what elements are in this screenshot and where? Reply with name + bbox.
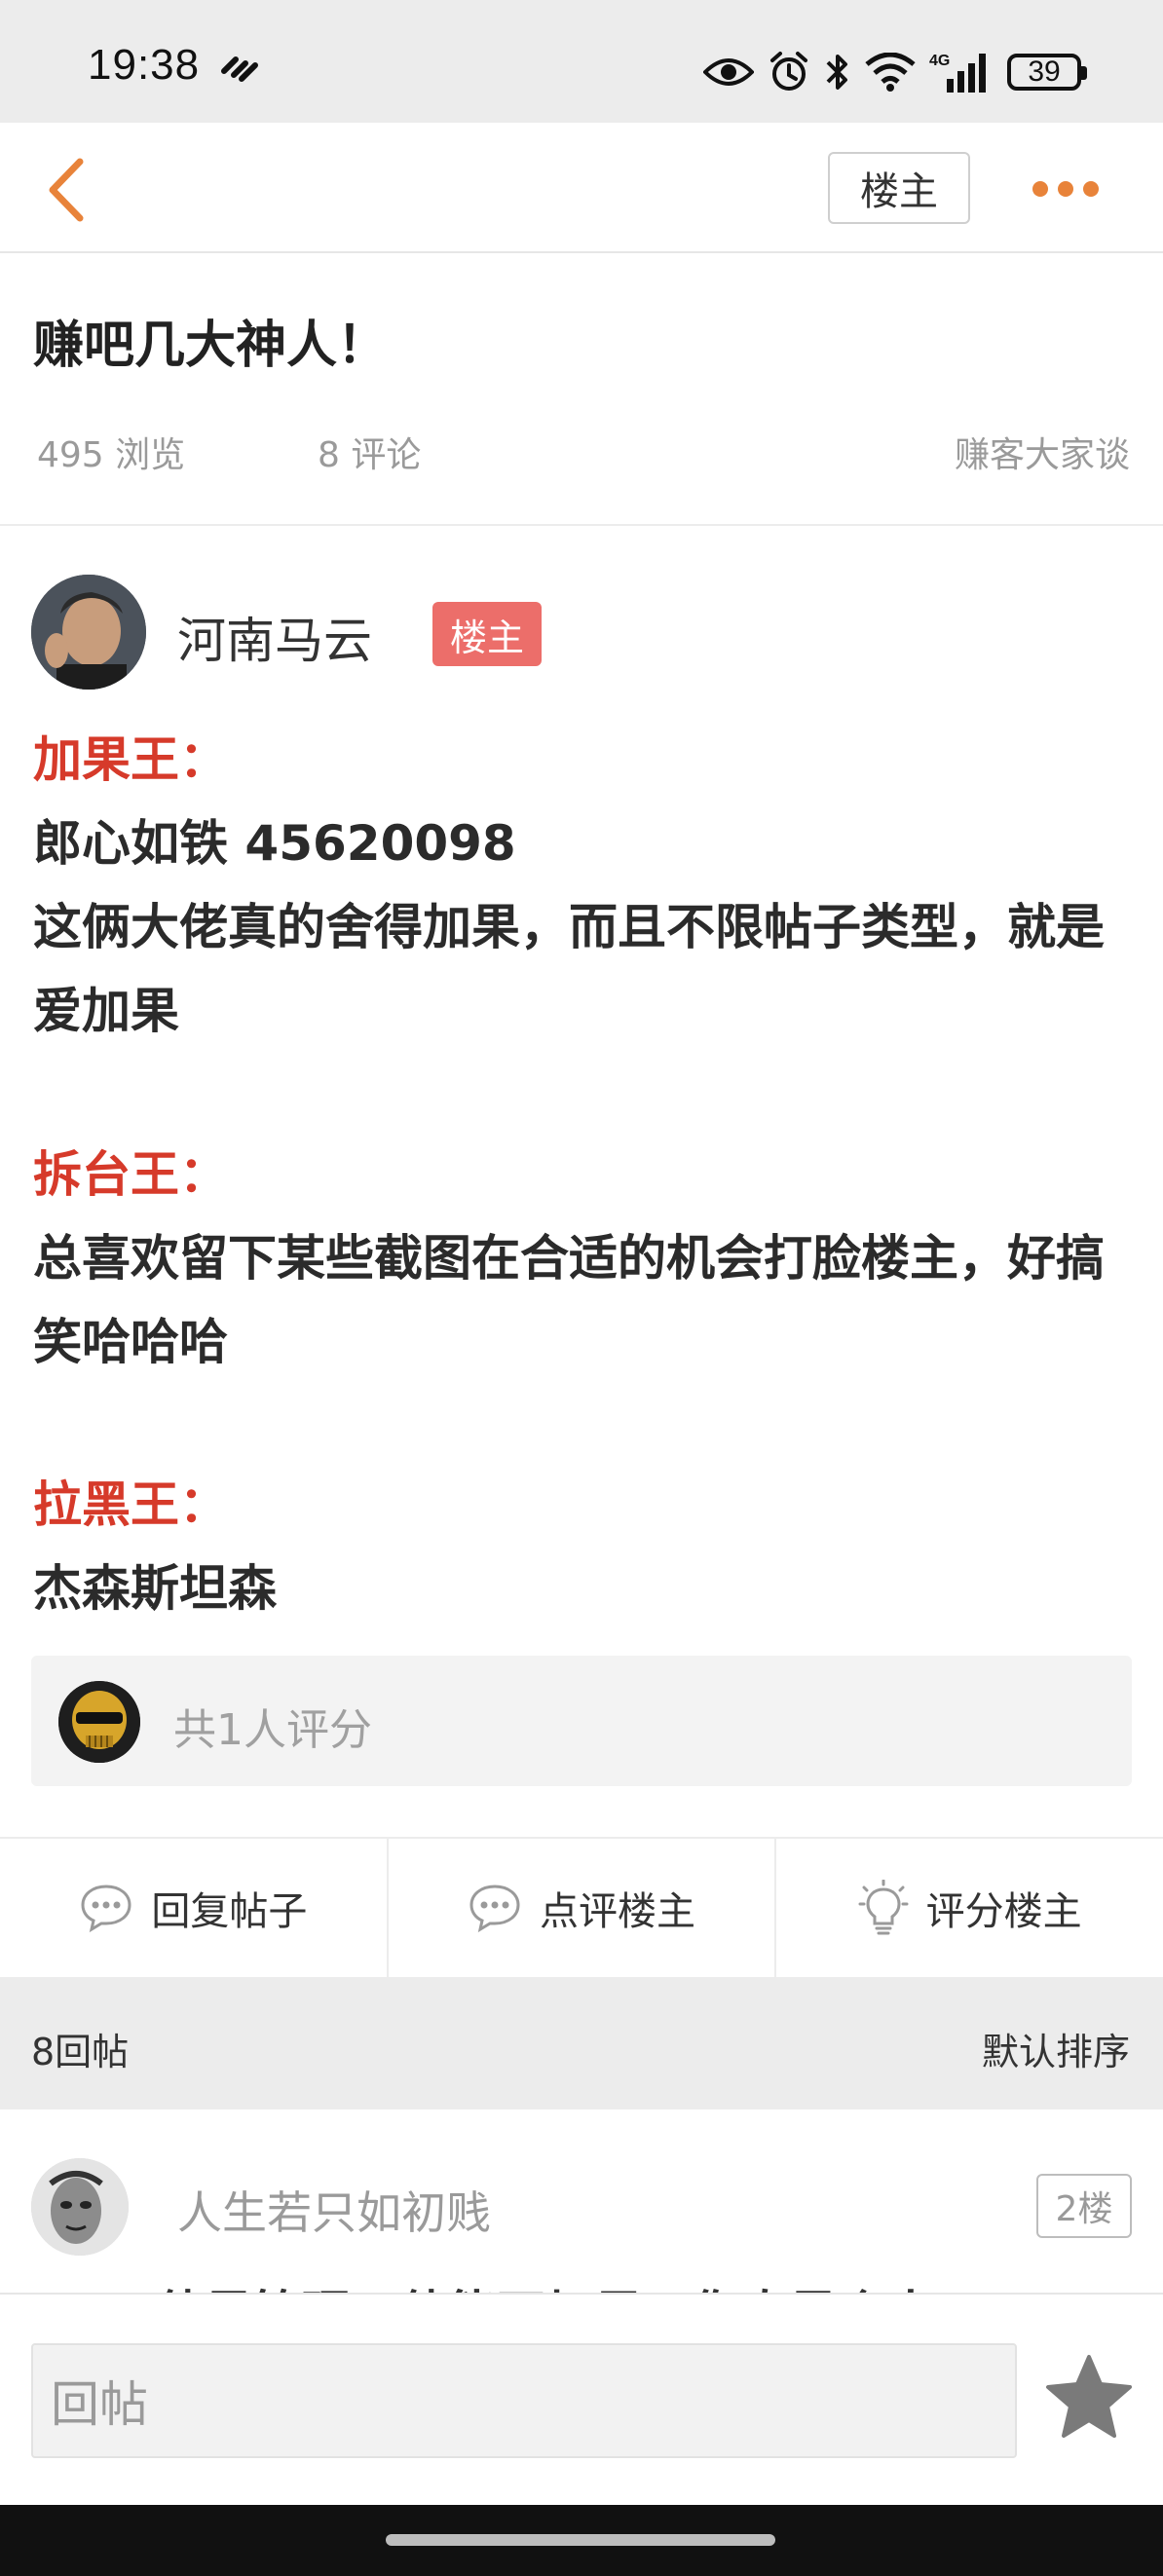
- divider: [0, 524, 1163, 526]
- system-nav-bar: [0, 2505, 1163, 2576]
- top-nav-bar: 楼主: [0, 123, 1163, 253]
- reply-post-label: 回复帖子: [151, 1889, 308, 1934]
- signal-icon: 4G: [929, 53, 986, 93]
- content-line: 杰森斯坦森: [33, 1560, 277, 1617]
- status-bar: 19:38 4G 39: [0, 0, 1163, 123]
- alarm-icon: [770, 52, 807, 91]
- post-content-section-2: 拆台王： 总喜欢留下某些截图在合适的机会打脸楼主，好搞笑哈哈哈: [33, 1133, 1134, 1384]
- content-line: 总喜欢留下某些截图在合适的机会打脸楼主，好搞笑哈哈哈: [33, 1230, 1105, 1370]
- rating-summary-text: 共1人评分: [173, 1705, 372, 1755]
- author-avatar[interactable]: [31, 575, 146, 690]
- comment-count[interactable]: 8 评论: [318, 427, 421, 477]
- more-dots-icon: [1032, 181, 1099, 197]
- battery-indicator: 39: [1007, 54, 1087, 91]
- reply-avatar[interactable]: [31, 2158, 129, 2256]
- chat-bubble-icon: [81, 1885, 131, 1933]
- op-badge: 楼主: [432, 602, 542, 666]
- more-button[interactable]: [1027, 160, 1105, 218]
- section-heading: 加果王：: [33, 731, 228, 788]
- rate-op-label: 评分楼主: [925, 1889, 1082, 1934]
- bluetooth-icon: [826, 55, 847, 90]
- back-button[interactable]: [37, 156, 105, 224]
- comment-op-label: 点评楼主: [540, 1889, 695, 1934]
- eye-icon: [703, 58, 754, 86]
- section-heading: 拆台王：: [33, 1146, 228, 1203]
- avatar-image: [31, 575, 146, 690]
- section-heading: 拉黑王：: [33, 1476, 228, 1533]
- link-icon: [221, 56, 259, 83]
- comment-op-button[interactable]: 点评楼主: [386, 1839, 775, 1977]
- post-title: 赚吧几大神人！: [33, 317, 389, 375]
- replies-header: 8回帖 默认排序: [0, 1979, 1163, 2109]
- content-line: 这俩大佬真的舍得加果，而且不限帖子类型，就是爱加果: [33, 899, 1105, 1039]
- content-line: 郎心如铁 45620098: [33, 815, 516, 872]
- skull-avatar-icon: [58, 1681, 140, 1763]
- lightbulb-icon: [858, 1880, 909, 1935]
- view-count: 495 浏览: [37, 435, 186, 475]
- reply-content-preview: 他是管理，他能不加果，你真是个人: [156, 2275, 935, 2295]
- chevron-left-icon: [49, 158, 84, 222]
- star-icon: [1046, 2355, 1132, 2438]
- home-indicator[interactable]: [386, 2534, 775, 2546]
- reply-post-button[interactable]: 回复帖子: [0, 1839, 387, 1977]
- bottom-reply-bar: 回帖: [0, 2293, 1163, 2505]
- post-content-section-3: 拉黑王： 杰森斯坦森: [33, 1463, 1134, 1630]
- reply-item[interactable]: 人生若只如初贱 2楼 他是管理，他能不加果，你真是个人: [0, 2109, 1163, 2295]
- favorite-button[interactable]: [1042, 2351, 1136, 2445]
- post-action-bar: 回复帖子 点评楼主 评分楼主: [0, 1837, 1163, 1979]
- rating-summary[interactable]: 共1人评分: [31, 1656, 1132, 1786]
- reply-author-name[interactable]: 人生若只如初贱: [177, 2178, 491, 2242]
- only-op-button[interactable]: 楼主: [828, 152, 970, 224]
- wifi-icon: [865, 53, 916, 92]
- floor-number: 2楼: [1036, 2174, 1132, 2238]
- author-name[interactable]: 河南马云: [177, 602, 372, 672]
- status-icons: 4G 39: [703, 43, 1087, 101]
- reply-input[interactable]: 回帖: [31, 2343, 1017, 2458]
- reply-count: 8回帖: [31, 2031, 130, 2073]
- category-link[interactable]: 赚客大家谈: [955, 427, 1130, 477]
- chat-bubble-icon: [469, 1885, 520, 1933]
- post-content-section-1: 加果王： 郎心如铁 45620098 这俩大佬真的舍得加果，而且不限帖子类型，就…: [33, 718, 1134, 1053]
- svg-text:4G: 4G: [929, 53, 950, 69]
- avatar-image: [31, 2158, 129, 2256]
- status-time: 19:38: [88, 41, 261, 90]
- rater-avatar[interactable]: [58, 1681, 140, 1763]
- rate-op-button[interactable]: 评分楼主: [774, 1839, 1163, 1977]
- sort-dropdown[interactable]: 默认排序: [982, 2022, 1130, 2075]
